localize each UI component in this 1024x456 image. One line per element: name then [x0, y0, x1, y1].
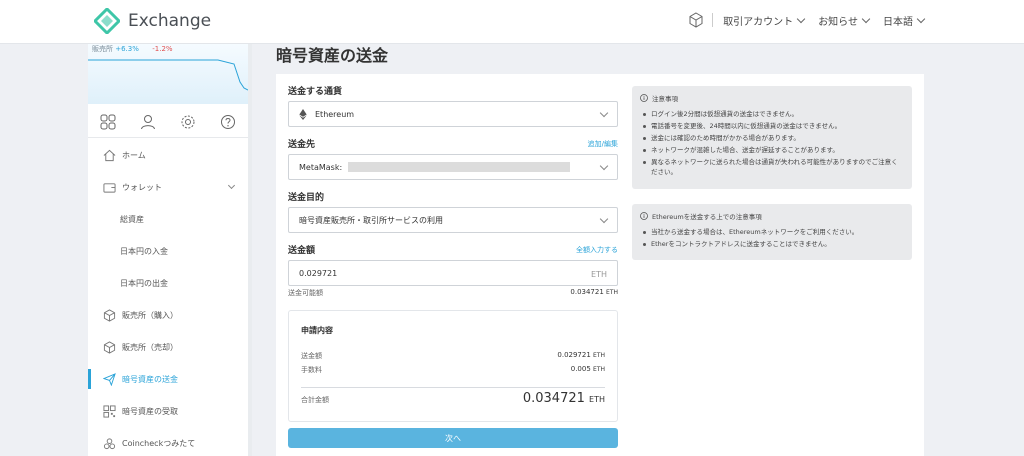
edit-destination-link[interactable]: 追加/編集 — [588, 139, 618, 149]
general-notice-title: 注意事項 — [652, 95, 678, 103]
notice-item: 電話番号を変更後、24時間以内に仮想通貨の送金はできません。 — [640, 121, 904, 131]
ethereum-icon — [299, 108, 307, 120]
coins-icon — [103, 437, 115, 449]
mini-price-chart: 販売所 +6.3% -1.2% — [88, 44, 248, 104]
notice-item: 異なるネットワークに送られた場合は通貨が失われる可能性がありますのでご注意くださ… — [640, 157, 904, 177]
info-icon — [640, 212, 648, 220]
currency-select[interactable]: Ethereum — [288, 101, 618, 127]
sidebar-item-jpy-deposit[interactable]: 日本円の入金 — [88, 235, 248, 267]
sidebar: 販売所 +6.3% -1.2% ホーム ウォレット 総資産 日本円の入金 日本円… — [88, 44, 248, 456]
chevron-down-icon — [916, 14, 926, 23]
sidebar-scrollbar[interactable] — [248, 44, 252, 456]
cube-icon — [103, 340, 115, 354]
top-nav: 取引アカウント お知らせ 日本語 — [688, 12, 926, 28]
send-icon — [102, 372, 116, 386]
notice-item: Etherをコントラクトアドレスに送金することはできません。 — [640, 239, 904, 249]
amount-unit: ETH — [591, 270, 607, 279]
notice-item: 当社から送金する場合は、Ethereumネットワークをご利用ください。 — [640, 227, 904, 237]
summary-fee-row: 手数料 0.005 ETH — [301, 365, 605, 374]
sidebar-item-tsumitate[interactable]: Coincheckつみたて — [88, 427, 248, 456]
sidebar-item-send-crypto[interactable]: 暗号資産の送金 — [88, 363, 248, 395]
purpose-value: 暗号資産販売所・取引所サービスの利用 — [299, 215, 443, 225]
available-amount: 送金可能額 0.034721 ETH — [288, 288, 618, 297]
available-unit: ETH — [606, 289, 618, 296]
logo[interactable]: Exchange — [94, 8, 211, 34]
destination-label: 送金先 追加/編集 — [288, 139, 618, 150]
nav-trading-account[interactable]: 取引アカウント — [723, 13, 806, 28]
currency-label: 送金する通貨 — [288, 87, 343, 97]
sidebar-item-buy[interactable]: 販売所（購入） — [88, 299, 248, 331]
tab-dashboard[interactable] — [88, 106, 128, 137]
grid-icon — [100, 114, 116, 129]
chevron-down-icon — [599, 214, 609, 224]
ethereum-notice-title: Ethereumを送金する上での注意事項 — [652, 213, 762, 221]
notice-item: ログイン後2分間は仮想通貨の送金はできません。 — [640, 109, 904, 119]
chevron-down-icon — [599, 161, 609, 171]
sidebar-icon-tabs — [88, 106, 248, 138]
logo-icon — [94, 8, 120, 34]
cube-icon[interactable] — [688, 12, 704, 28]
general-notice: 注意事項 ログイン後2分間は仮想通貨の送金はできません。 電話番号を変更後、24… — [632, 86, 912, 189]
sidebar-menu: ホーム ウォレット 総資産 日本円の入金 日本円の出金 販売所（購入） 販売所（… — [88, 139, 248, 456]
chevron-down-icon — [227, 181, 236, 190]
send-panel: 送金する通貨 Ethereum 送金先 追加/編集 MetaMask: 送金目的… — [276, 74, 924, 456]
currency-value: Ethereum — [315, 109, 355, 119]
send-form: 送金する通貨 Ethereum 送金先 追加/編集 MetaMask: 送金目的… — [288, 84, 618, 448]
chevron-down-icon — [599, 108, 609, 118]
sidebar-item-wallet[interactable]: ウォレット — [88, 171, 248, 203]
qr-icon — [102, 404, 116, 418]
nav-news[interactable]: お知らせ — [818, 13, 871, 28]
cube-icon — [103, 308, 115, 322]
amount-value: 0.029721 — [299, 268, 338, 278]
notice-item: ネットワークが混雑した場合、送金が遅延することがあります。 — [640, 145, 904, 155]
logo-text: Exchange — [128, 11, 212, 31]
help-icon — [221, 114, 235, 129]
summary-title: 申請内容 — [301, 326, 333, 335]
chevron-down-icon — [796, 14, 806, 23]
gear-icon — [181, 115, 195, 128]
next-button[interactable]: 次へ — [288, 428, 618, 448]
amount-input[interactable]: 0.029721 ETH — [288, 260, 618, 286]
sidebar-item-sell[interactable]: 販売所（売却） — [88, 331, 248, 363]
amount-label: 送金額 全額入力する — [288, 245, 618, 256]
summary-divider — [301, 387, 605, 388]
purpose-label: 送金目的 — [288, 193, 325, 203]
summary-total-row: 合計金額 0.034721 ETH — [301, 391, 605, 406]
sidebar-item-receive-crypto[interactable]: 暗号資産の受取 — [88, 395, 248, 427]
sidebar-item-home[interactable]: ホーム — [88, 139, 248, 171]
summary-send-row: 送金額 0.029721 ETH — [301, 351, 605, 360]
home-icon — [103, 149, 115, 161]
user-icon — [141, 114, 155, 129]
nav-language[interactable]: 日本語 — [883, 13, 926, 28]
nav-divider — [712, 13, 714, 27]
tab-account[interactable] — [128, 106, 168, 137]
sidebar-item-jpy-withdraw[interactable]: 日本円の出金 — [88, 267, 248, 299]
masked-address — [348, 162, 571, 172]
tab-help[interactable] — [208, 106, 248, 137]
total-value: 0.034721 — [522, 391, 585, 406]
available-value: 0.034721 — [570, 288, 604, 296]
mini-chart-line — [88, 59, 248, 91]
purpose-select[interactable]: 暗号資産販売所・取引所サービスの利用 — [288, 207, 618, 233]
chevron-down-icon — [861, 14, 871, 23]
sidebar-item-total-assets[interactable]: 総資産 — [88, 203, 248, 235]
wallet-icon — [102, 182, 116, 193]
notice-item: 送金には確認のため時間がかかる場合があります。 — [640, 133, 904, 143]
destination-value: MetaMask: — [299, 162, 343, 172]
fill-max-link[interactable]: 全額入力する — [576, 245, 618, 255]
destination-select[interactable]: MetaMask: — [288, 154, 618, 180]
tab-settings[interactable] — [168, 106, 208, 137]
request-summary: 申請内容 送金額 0.029721 ETH 手数料 0.005 ETH 合計金額… — [288, 310, 618, 422]
info-icon — [640, 94, 648, 102]
top-header: Exchange 取引アカウント お知らせ 日本語 — [0, 0, 1024, 44]
page-title: 暗号資産の送金 — [276, 46, 389, 65]
ethereum-notice: Ethereumを送金する上での注意事項 当社から送金する場合は、Ethereu… — [632, 204, 912, 260]
